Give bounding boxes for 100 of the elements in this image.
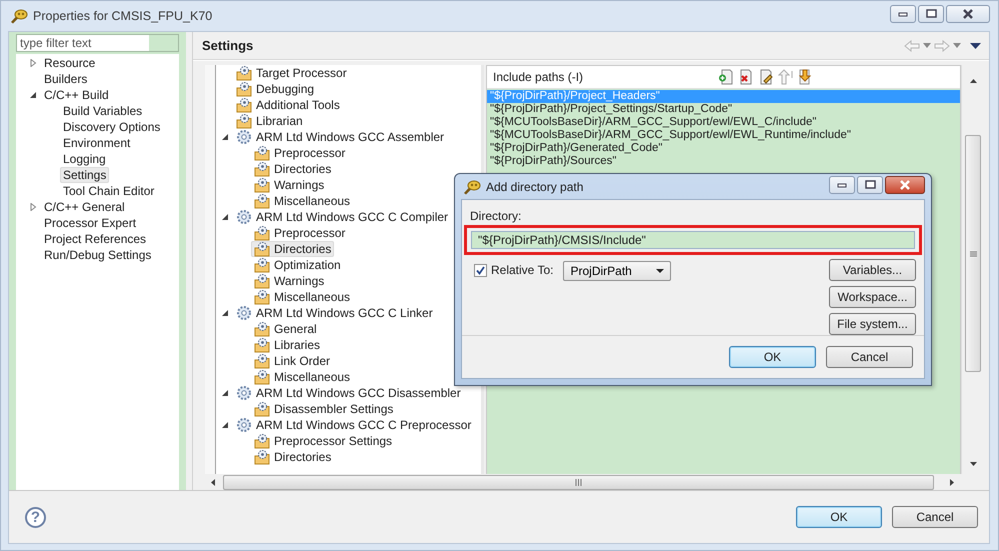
folder-gear-icon <box>254 225 270 241</box>
tree-item[interactable]: Miscellaneous <box>251 193 354 209</box>
tree-item[interactable]: Directories <box>251 241 334 257</box>
tree-item[interactable]: ARM Ltd Windows GCC C Preprocessor <box>233 417 474 433</box>
dropdown-caret-icon[interactable] <box>953 43 961 48</box>
tree-item[interactable]: Libraries <box>251 337 324 353</box>
tree-item[interactable]: Builders <box>41 71 90 87</box>
expand-arrow-icon[interactable] <box>29 91 37 99</box>
folder-gear-icon <box>254 401 270 417</box>
folder-gear-icon <box>254 369 270 385</box>
folder-gear-icon <box>254 289 270 305</box>
tree-item[interactable]: Preprocessor <box>251 225 348 241</box>
tree-item[interactable]: Processor Expert <box>41 215 140 231</box>
folder-gear-icon <box>254 273 270 289</box>
tree-item[interactable]: Warnings <box>251 177 328 193</box>
expand-arrow-icon[interactable] <box>221 133 229 141</box>
minimize-button[interactable] <box>829 176 855 194</box>
app-logo-icon <box>463 178 481 194</box>
scroll-left-arrow-icon[interactable] <box>211 478 215 486</box>
ok-button[interactable]: OK <box>796 506 882 528</box>
tree-item[interactable]: Optimization <box>251 257 344 273</box>
expand-arrow-icon[interactable] <box>221 421 229 429</box>
close-button[interactable] <box>946 4 990 22</box>
list-item[interactable]: "${ProjDirPath}/Project_Settings/Startup_Code" <box>487 103 960 116</box>
tree-item[interactable]: Directories <box>251 449 334 465</box>
filter-field[interactable]: type filter text <box>16 34 179 52</box>
caret-icon <box>656 269 664 273</box>
tree-item[interactable]: Librarian <box>233 113 306 129</box>
cancel-button[interactable]: Cancel <box>892 506 978 528</box>
tree-item[interactable]: ARM Ltd Windows GCC Assembler <box>233 129 448 145</box>
list-item[interactable]: "${MCUToolsBaseDir}/ARM_GCC_Support/ewl/EWL_C/include" <box>487 116 960 129</box>
tree-item[interactable]: Project References <box>41 231 150 247</box>
folder-gear-icon <box>254 433 270 449</box>
edit-file-icon[interactable] <box>758 69 774 85</box>
tree-item[interactable]: Additional Tools <box>233 97 343 113</box>
scroll-right-arrow-icon[interactable] <box>950 478 954 486</box>
checkmark-icon <box>476 266 485 275</box>
grip-icon <box>575 478 582 486</box>
maximize-button[interactable] <box>857 176 883 194</box>
expand-arrow-icon[interactable] <box>221 309 229 317</box>
list-item[interactable]: "${MCUToolsBaseDir}/ARM_GCC_Support/ewl/EWL_Runtime/include" <box>487 129 960 142</box>
cancel-button[interactable]: Cancel <box>826 346 913 368</box>
delete-file-icon[interactable] <box>738 69 754 85</box>
tree-item[interactable]: Debugging <box>233 81 318 97</box>
tree-item[interactable]: ARM Ltd Windows GCC C Linker <box>233 305 436 321</box>
maximize-button[interactable] <box>918 4 944 22</box>
tree-item[interactable]: Preprocessor Settings <box>251 433 396 449</box>
checkbox[interactable] <box>474 264 487 277</box>
dropdown[interactable]: ProjDirPath <box>563 261 672 281</box>
tree-item[interactable]: Logging <box>60 151 109 167</box>
file-system-button[interactable]: File system... <box>829 313 916 335</box>
folder-gear-icon <box>236 65 252 81</box>
folder-gear-icon <box>236 81 252 97</box>
tree-item[interactable]: C/C++ General <box>41 199 128 215</box>
tree-item[interactable]: Directories <box>251 161 334 177</box>
panel-title: Include paths (-I) <box>493 70 584 84</box>
tree-item[interactable]: Warnings <box>251 273 328 289</box>
gear-icon <box>236 305 252 321</box>
tree-item[interactable]: ARM Ltd Windows GCC C Compiler <box>233 209 452 225</box>
field-label: Directory: <box>470 209 522 223</box>
tree-item[interactable]: Tool Chain Editor <box>60 183 158 199</box>
move-down-icon[interactable] <box>798 69 814 85</box>
tree-item[interactable]: Preprocessor <box>251 145 348 161</box>
tree-item[interactable]: Miscellaneous <box>251 289 354 305</box>
dialog-title: Add directory path <box>486 180 584 194</box>
tree-item[interactable]: Miscellaneous <box>251 369 354 385</box>
tree-item[interactable]: Resource <box>41 55 98 71</box>
directory-field[interactable]: "${ProjDirPath}/CMSIS/Include" <box>471 231 915 249</box>
scroll-down-arrow-icon[interactable] <box>970 462 976 466</box>
workspace-button[interactable]: Workspace... <box>829 286 916 308</box>
add-file-icon[interactable] <box>718 69 734 85</box>
window-title: Properties for CMSIS_FPU_K70 <box>33 8 214 22</box>
variables-button[interactable]: Variables... <box>829 259 916 281</box>
expand-arrow-icon[interactable] <box>221 213 229 221</box>
tree-item[interactable]: C/C++ Build <box>41 87 112 103</box>
folder-gear-icon <box>254 321 270 337</box>
tree-item[interactable]: Disassembler Settings <box>251 401 396 417</box>
tree-item[interactable]: Target Processor <box>233 65 350 81</box>
expand-arrow-icon[interactable] <box>221 389 229 397</box>
folder-gear-icon <box>254 241 270 257</box>
tree-item[interactable]: Build Variables <box>60 103 146 119</box>
list-item[interactable]: "${ProjDirPath}/Generated_Code" <box>487 142 960 155</box>
help-button[interactable]: ? <box>25 506 46 528</box>
ok-button[interactable]: OK <box>729 346 816 368</box>
tree-item[interactable]: ARM Ltd Windows GCC Disassembler <box>233 385 464 401</box>
tree-item[interactable]: Link Order <box>251 353 334 369</box>
gear-icon <box>236 417 252 433</box>
dropdown-caret-icon[interactable] <box>923 43 931 48</box>
close-button[interactable] <box>885 176 925 194</box>
tree-item[interactable]: General <box>251 321 320 337</box>
minimize-button[interactable] <box>890 4 916 22</box>
list-item[interactable]: "${ProjDirPath}/Sources" <box>487 155 960 168</box>
tree-item[interactable]: Settings <box>60 167 110 183</box>
tree-item[interactable]: Run/Debug Settings <box>41 247 154 263</box>
tree-item[interactable]: Environment <box>60 135 134 151</box>
scroll-up-arrow-icon[interactable] <box>970 79 976 83</box>
view-menu-icon[interactable] <box>970 42 981 48</box>
tree-item[interactable]: Discovery Options <box>60 119 164 135</box>
maximize-icon <box>926 9 936 18</box>
maximize-icon <box>864 180 876 189</box>
